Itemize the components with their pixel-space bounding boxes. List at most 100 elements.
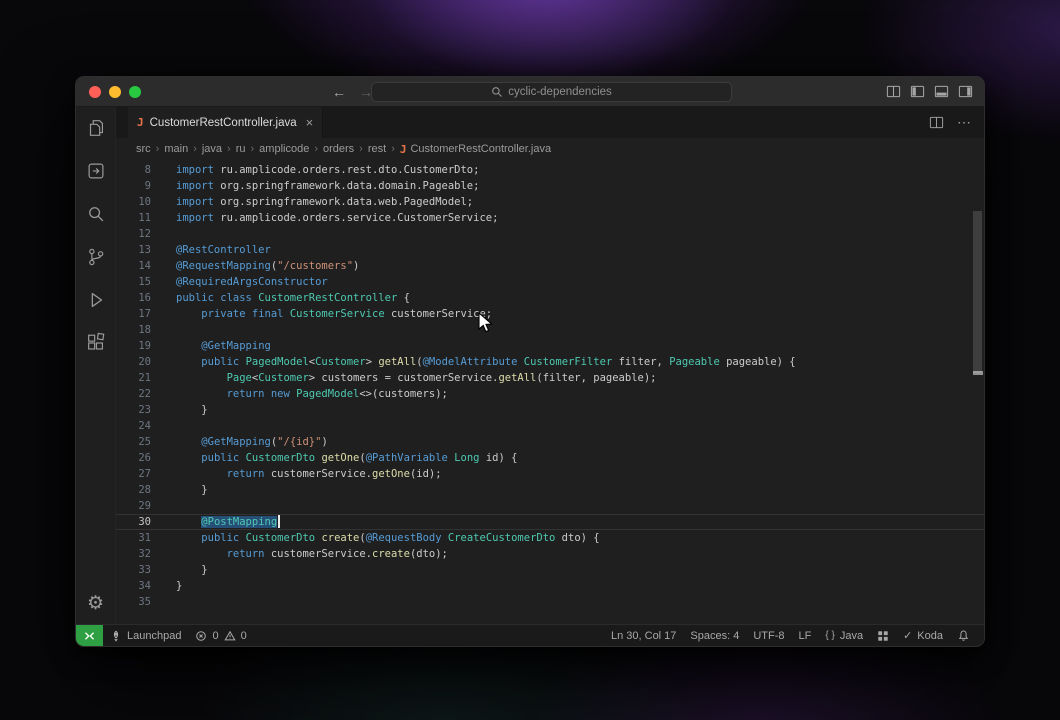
titlebar[interactable]: ← → cyclic-dependencies	[76, 77, 984, 107]
tab-label: CustomerRestController.java	[149, 116, 297, 129]
toggle-sidebar-right-icon[interactable]	[958, 84, 973, 99]
line-number: 28	[138, 484, 151, 496]
close-window-button[interactable]	[89, 85, 101, 98]
code-line-8[interactable]: 8 import ru.amplicode.orders.rest.dto.Cus…	[116, 162, 984, 178]
code-line-10[interactable]: 10 import org.springframework.data.web.Pa…	[116, 194, 984, 210]
code-line-14[interactable]: 14 @RequestMapping("/customers")	[116, 258, 984, 274]
code-line-17[interactable]: 17 private final CustomerService custome…	[116, 306, 984, 322]
status-extension[interactable]	[870, 625, 896, 646]
code-line-26[interactable]: 26 public CustomerDto getOne(@PathVariab…	[116, 450, 984, 466]
vertical-scrollbar[interactable]	[973, 211, 982, 373]
code-line-15[interactable]: 15 @RequiredArgsConstructor	[116, 274, 984, 290]
code-line-29[interactable]: 29	[116, 498, 984, 514]
settings-gear-icon[interactable]: ⚙	[84, 591, 108, 615]
toggle-sidebar-left-icon[interactable]	[910, 84, 925, 99]
search-panel-icon[interactable]	[84, 202, 108, 226]
command-center-search[interactable]: cyclic-dependencies	[371, 82, 732, 102]
breadcrumb-item[interactable]: orders	[323, 143, 354, 155]
status-notifications[interactable]	[950, 625, 977, 646]
breadcrumb-item[interactable]: amplicode	[259, 143, 309, 155]
status-koda[interactable]: ✓ Koda	[896, 625, 950, 646]
code-line-9[interactable]: 9 import org.springframework.data.domain.…	[116, 178, 984, 194]
line-number: 29	[138, 500, 151, 512]
status-launchpad[interactable]: Launchpad	[103, 625, 188, 646]
breadcrumb-item[interactable]: main	[164, 143, 188, 155]
status-encoding[interactable]: UTF-8	[746, 625, 791, 646]
toggle-panel-icon[interactable]	[934, 84, 949, 99]
breadcrumb-item[interactable]: src	[136, 143, 151, 155]
source-control-icon[interactable]	[84, 245, 108, 269]
code-line-12[interactable]: 12	[116, 226, 984, 242]
split-editor-icon[interactable]	[886, 84, 901, 99]
code-line-13[interactable]: 13 @RestController	[116, 242, 984, 258]
line-number: 24	[138, 420, 151, 432]
code-line-35[interactable]: 35	[116, 594, 984, 610]
breadcrumb-separator: ›	[193, 143, 197, 155]
code-line-30[interactable]: 30 @PostMapping	[116, 514, 984, 530]
breadcrumb-item[interactable]: java	[202, 143, 222, 155]
mouse-cursor	[478, 312, 493, 333]
code-line-23[interactable]: 23 }	[116, 402, 984, 418]
extensions-icon[interactable]	[84, 331, 108, 355]
line-number: 31	[138, 532, 151, 544]
line-number: 13	[138, 244, 151, 256]
bell-icon	[958, 630, 969, 641]
code-line-21[interactable]: 21 Page<Customer> customers = customerSe…	[116, 370, 984, 386]
error-count: 0	[212, 629, 219, 642]
window-controls	[89, 85, 141, 98]
code-area: 8 import ru.amplicode.orders.rest.dto.Cus…	[116, 162, 984, 610]
activity-bar: ⚙	[76, 107, 116, 624]
breadcrumb-separator: ›	[250, 143, 255, 155]
code-line-33[interactable]: 33 }	[116, 562, 984, 578]
line-number: 32	[138, 548, 151, 560]
breadcrumb-item[interactable]: ru	[236, 143, 246, 155]
run-debug-icon[interactable]	[84, 288, 108, 312]
code-editor[interactable]: 8 import ru.amplicode.orders.rest.dto.Cus…	[116, 160, 984, 624]
breadcrumb-item[interactable]: J CustomerRestController.java	[400, 143, 551, 156]
explorer-icon[interactable]	[84, 116, 108, 140]
line-number: 8	[144, 164, 151, 176]
split-editor-icon[interactable]	[929, 115, 944, 130]
line-number: 20	[138, 356, 151, 368]
status-eol[interactable]: LF	[792, 625, 819, 646]
breadcrumb[interactable]: src › main › java › ru › amplicode › orders › rest › J…	[116, 138, 984, 160]
line-number: 33	[138, 564, 151, 576]
code-line-28[interactable]: 28 }	[116, 482, 984, 498]
code-line-18[interactable]: 18	[116, 322, 984, 338]
code-line-27[interactable]: 27 return customerService.getOne(id);	[116, 466, 984, 482]
code-line-16[interactable]: 16 public class CustomerRestController {	[116, 290, 984, 306]
line-number: 19	[138, 340, 151, 352]
history-nav: ← →	[332, 77, 373, 106]
more-actions-icon[interactable]: ⋯	[957, 114, 972, 131]
line-number: 15	[138, 276, 151, 288]
breadcrumb-separator: ›	[227, 143, 231, 155]
code-line-34[interactable]: 34}	[116, 578, 984, 594]
maximize-window-button[interactable]	[129, 85, 141, 98]
text-cursor	[278, 514, 281, 528]
status-language[interactable]: { } Java	[818, 625, 870, 646]
code-line-11[interactable]: 11 import ru.amplicode.orders.service.Cus…	[116, 210, 984, 226]
breadcrumb-item[interactable]: rest	[368, 143, 386, 155]
code-line-32[interactable]: 32 return customerService.create(dto);	[116, 546, 984, 562]
tab-close-icon[interactable]: ×	[306, 115, 314, 130]
tab-customer-rest-controller[interactable]: J CustomerRestController.java ×	[128, 107, 324, 138]
status-problems[interactable]: 0 0	[188, 625, 253, 646]
status-indentation[interactable]: Spaces: 4	[683, 625, 746, 646]
back-button[interactable]: ←	[332, 84, 346, 100]
remote-icon	[84, 631, 95, 640]
line-number: 17	[138, 308, 151, 320]
minimize-window-button[interactable]	[109, 85, 121, 98]
remote-indicator[interactable]	[76, 625, 103, 646]
amplicode-icon[interactable]	[84, 159, 108, 183]
launchpad-icon	[113, 630, 119, 642]
line-number: 34	[138, 580, 151, 592]
code-line-24[interactable]: 24	[116, 418, 984, 434]
line-number: 9	[144, 180, 151, 192]
code-line-20[interactable]: 20 public PagedModel<Customer> getAll(@M…	[116, 354, 984, 370]
code-line-22[interactable]: 22 return new PagedModel<>(customers);	[116, 386, 984, 402]
status-line-col[interactable]: Ln 30, Col 17	[604, 625, 683, 646]
code-line-19[interactable]: 19 @GetMapping	[116, 338, 984, 354]
line-number: 21	[138, 372, 151, 384]
code-line-31[interactable]: 31 public CustomerDto create(@RequestBod…	[116, 530, 984, 546]
code-line-25[interactable]: 25 @GetMapping("/{id}")	[116, 434, 984, 450]
